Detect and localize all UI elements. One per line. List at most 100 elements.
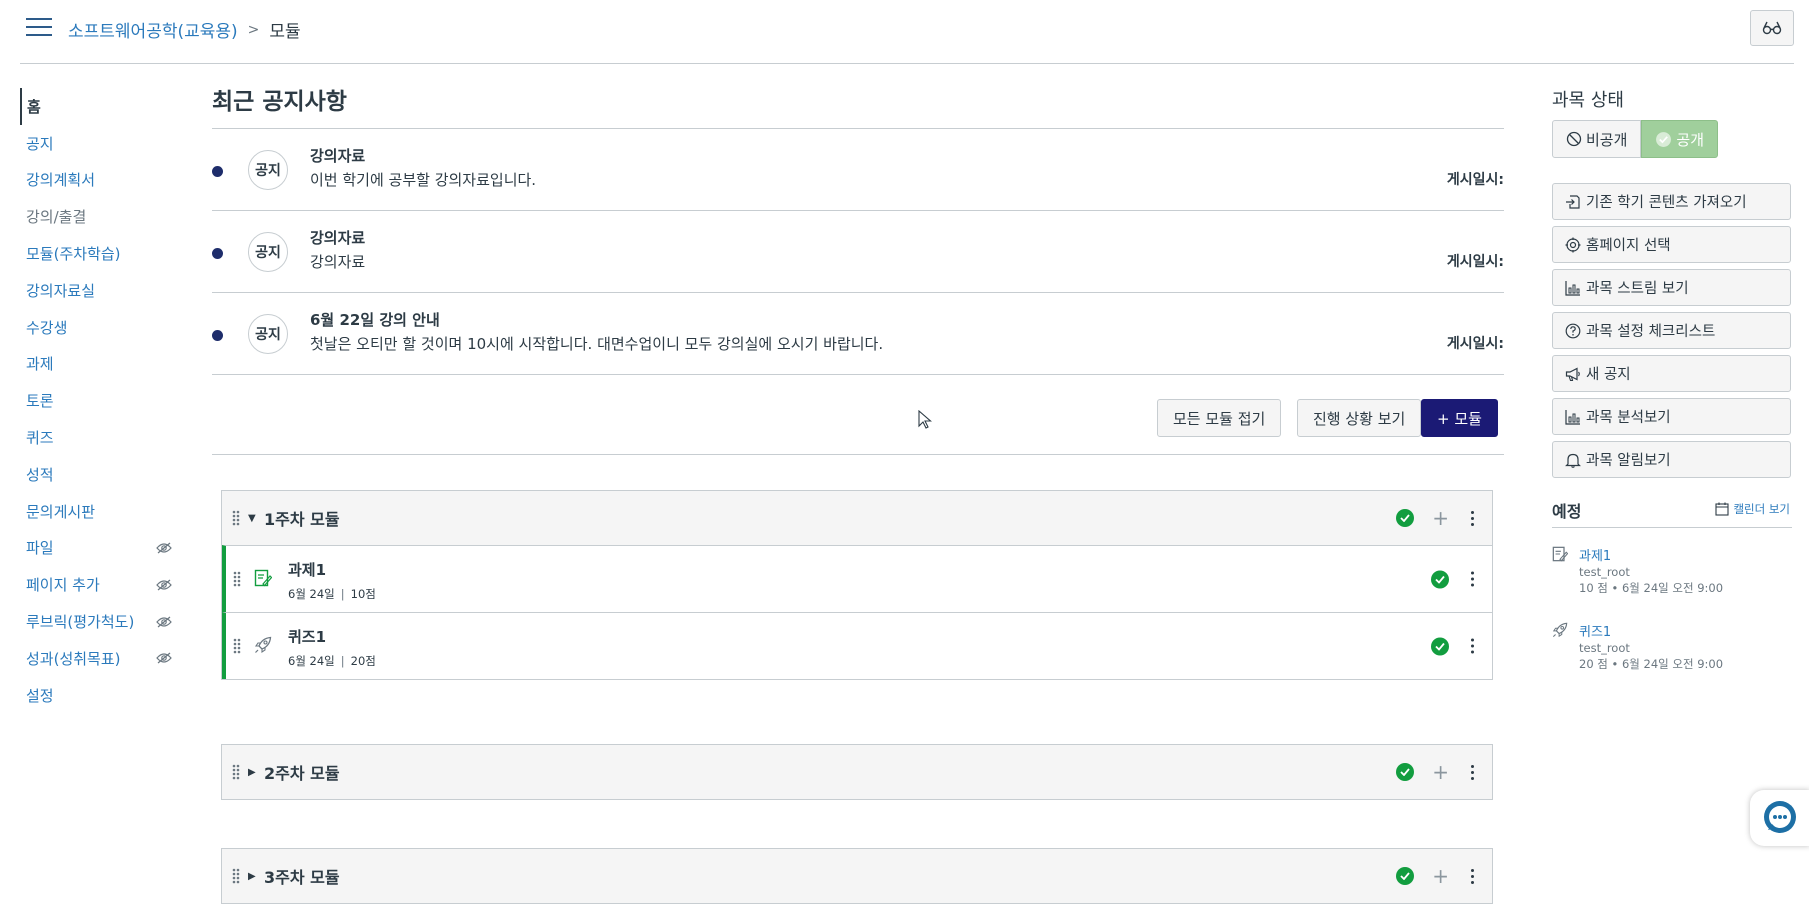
drag-handle-icon[interactable]: [232, 868, 240, 884]
drag-handle-icon[interactable]: [233, 638, 241, 654]
breadcrumb: 소프트웨어공학(교육용) > 모듈: [68, 17, 301, 43]
nav-item-modules[interactable]: 모듈(주차학습): [20, 235, 180, 272]
nav-item-quizzes[interactable]: 퀴즈: [20, 419, 180, 456]
announcement-item[interactable]: 공지 강의자료 이번 학기에 공부할 강의자료입니다. 게시일시:: [212, 129, 1504, 211]
nav-item-assignments[interactable]: 과제: [20, 346, 180, 383]
nav-item-syllabus[interactable]: 강의계획서: [20, 162, 180, 199]
publish-button[interactable]: 공개: [1641, 120, 1719, 158]
collapse-all-modules-button[interactable]: 모든 모듈 접기: [1157, 399, 1282, 437]
announcement-posted-at: 게시일시:: [1446, 172, 1504, 188]
announcement-badge: 공지: [248, 150, 288, 190]
caret-right-icon[interactable]: ▶: [248, 767, 256, 778]
nav-item-grades[interactable]: 성적: [20, 456, 180, 493]
module-header[interactable]: ▼ 1주차 모듈 +: [222, 491, 1492, 545]
unpublish-button[interactable]: 비공개: [1552, 120, 1642, 158]
nav-item-files[interactable]: 파일: [20, 530, 180, 567]
announcement-body: 강의자료: [310, 253, 366, 271]
module-item-title[interactable]: 과제1: [288, 559, 326, 580]
module-item-meta: 6월 24일 | 20점: [288, 653, 376, 669]
nav-item-rubrics[interactable]: 루브릭(평가척도): [20, 603, 180, 640]
choose-home-page-button[interactable]: 홈페이지 선택: [1552, 226, 1791, 263]
drag-handle-icon[interactable]: [232, 510, 240, 526]
nav-item-settings[interactable]: 설정: [20, 677, 180, 714]
nav-item-announcements[interactable]: 공지: [20, 125, 180, 162]
announcement-posted-at: 게시일시:: [1446, 336, 1504, 352]
published-check-icon[interactable]: [1396, 509, 1415, 527]
kebab-menu-icon[interactable]: [1467, 867, 1478, 886]
course-analytics-button[interactable]: 과목 분석보기: [1552, 398, 1791, 435]
coming-up-item-link[interactable]: 과제1: [1579, 545, 1611, 564]
announcement-title[interactable]: 강의자료: [310, 227, 365, 248]
drag-handle-icon[interactable]: [233, 571, 241, 587]
import-content-button[interactable]: 기존 학기 콘텐츠 가져오기: [1552, 183, 1791, 220]
announcement-item[interactable]: 공지 6월 22일 강의 안내 첫날은 오티만 할 것이며 10시에 시작합니다…: [212, 293, 1504, 375]
chat-widget-button[interactable]: [1750, 790, 1809, 846]
view-course-stream-button[interactable]: 과목 스트림 보기: [1552, 269, 1791, 306]
announcement-item[interactable]: 공지 강의자료 강의자료 게시일시:: [212, 211, 1504, 293]
coming-up-item-link[interactable]: 퀴즈1: [1579, 621, 1611, 640]
announcement-body: 첫날은 오티만 할 것이며 10시에 시작합니다. 대면수업이니 모두 강의실에…: [310, 335, 884, 353]
view-calendar-link[interactable]: 캘린더 보기: [1715, 501, 1790, 517]
caret-down-icon[interactable]: ▼: [248, 513, 256, 524]
student-view-button[interactable]: [1750, 10, 1794, 46]
new-announcement-button[interactable]: 새 공지: [1552, 355, 1791, 392]
breadcrumb-course-link[interactable]: 소프트웨어공학(교육용): [68, 17, 238, 42]
kebab-menu-icon[interactable]: [1467, 637, 1478, 656]
announcement-title[interactable]: 강의자료: [310, 145, 365, 166]
module-item[interactable]: 퀴즈1 6월 24일 | 20점: [222, 612, 1492, 679]
coming-up-title: 예정: [1552, 502, 1582, 521]
drag-handle-icon[interactable]: [232, 764, 240, 780]
published-check-icon[interactable]: [1396, 763, 1415, 781]
kebab-menu-icon[interactable]: [1467, 763, 1478, 782]
module-header[interactable]: ▶ 3주차 모듈 +: [222, 849, 1492, 903]
published-check-icon[interactable]: [1431, 570, 1449, 588]
nav-item-materials[interactable]: 강의자료실: [20, 272, 180, 309]
nav-item-discussions[interactable]: 토론: [20, 382, 180, 419]
megaphone-icon: [1565, 367, 1580, 381]
module-item[interactable]: 과제1 6월 24일 | 10점: [222, 545, 1492, 612]
module-header[interactable]: ▶ 2주차 모듈 +: [222, 745, 1492, 799]
hamburger-menu-icon[interactable]: [26, 18, 52, 40]
nav-item-pages[interactable]: 페이지 추가: [20, 566, 180, 603]
coming-up-item-course: test_root: [1579, 641, 1630, 655]
question-icon: [1565, 323, 1581, 338]
import-icon: [1566, 194, 1580, 209]
nav-item-people[interactable]: 수강생: [20, 309, 180, 346]
kebab-menu-icon[interactable]: [1467, 570, 1478, 589]
coming-up-item[interactable]: 과제1 test_root 10 점 • 6월 24일 오전 9:00: [1552, 528, 1792, 604]
published-check-icon[interactable]: [1431, 637, 1449, 655]
announcement-title[interactable]: 6월 22일 강의 안내: [310, 309, 440, 330]
module-item-actions: [1431, 637, 1478, 656]
module-item-title[interactable]: 퀴즈1: [288, 626, 326, 647]
announcement-body: 이번 학기에 공부할 강의자료입니다.: [310, 171, 537, 189]
course-notifications-button[interactable]: 과목 알림보기: [1552, 441, 1791, 478]
nav-item-qna-board[interactable]: 문의게시판: [20, 493, 180, 530]
published-check-icon[interactable]: [1396, 867, 1415, 885]
module-item-date: 6월 24일: [288, 654, 335, 668]
view-progress-button[interactable]: 진행 상황 보기: [1297, 399, 1422, 437]
nav-item-outcomes[interactable]: 성과(성취목표): [20, 640, 180, 677]
nav-item-home[interactable]: 홈: [20, 88, 180, 125]
module-header-actions: +: [1396, 866, 1478, 886]
course-setup-checklist-button[interactable]: 과목 설정 체크리스트: [1552, 312, 1791, 349]
breadcrumb-current-page: 모듈: [269, 22, 301, 42]
module-item-points: 10점: [350, 587, 376, 601]
module-list: ▼ 1주차 모듈 + 과제1 6월 24일 | 10점 퀴즈1 6월 24일 |…: [221, 490, 1493, 904]
unread-dot-icon: [212, 248, 223, 259]
add-item-plus-icon[interactable]: +: [1432, 508, 1449, 528]
unread-dot-icon: [212, 166, 223, 177]
main-content: 최근 공지사항 공지 강의자료 이번 학기에 공부할 강의자료입니다. 게시일시…: [212, 80, 1504, 455]
add-module-button[interactable]: + 모듈: [1421, 399, 1498, 437]
coming-up-item[interactable]: 퀴즈1 test_root 20 점 • 6월 24일 오전 9:00: [1552, 604, 1792, 680]
kebab-menu-icon[interactable]: [1467, 509, 1478, 528]
right-sidebar: 과목 상태 비공개 공개 기존 학기 콘텐츠 가져오기 홈페이지 선택 과목 스…: [1552, 86, 1792, 680]
add-item-plus-icon[interactable]: +: [1432, 866, 1449, 886]
quiz-rocket-icon: [1552, 622, 1568, 638]
nav-item-attendance[interactable]: 강의/출결: [20, 198, 180, 235]
caret-right-icon[interactable]: ▶: [248, 871, 256, 882]
module-header-actions: +: [1396, 762, 1478, 782]
add-item-plus-icon[interactable]: +: [1432, 762, 1449, 782]
module-item-actions: [1431, 570, 1478, 589]
module: ▼ 1주차 모듈 + 과제1 6월 24일 | 10점 퀴즈1 6월 24일 |…: [221, 490, 1493, 680]
announcement-badge: 공지: [248, 232, 288, 272]
